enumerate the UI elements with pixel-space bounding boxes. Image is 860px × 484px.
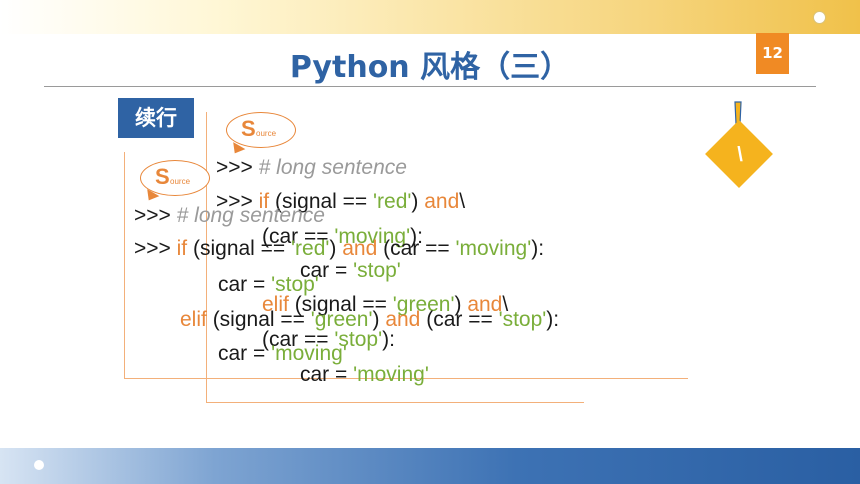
slide-title: Python 风格（三） [289, 50, 571, 85]
back-code-line-1: >>> # long sentence [216, 156, 407, 179]
source-bubble-letter: S [241, 116, 256, 141]
source-bubble-text: ource [170, 177, 191, 186]
bottom-dot-icon [34, 460, 44, 470]
top-dot-icon [813, 11, 826, 24]
front-frame-left [124, 152, 125, 378]
front-code-line-2: >>> if (signal == 'red') and (car == 'mo… [134, 237, 545, 260]
front-code-line-3: car = 'stop' [218, 273, 319, 296]
page-number: 12 [756, 33, 789, 74]
source-bubble-back: S ource [226, 112, 296, 148]
source-bubble-text: ource [256, 129, 277, 138]
front-code-line-5: car = 'moving' [218, 342, 347, 365]
title-divider [44, 86, 816, 87]
back-frame-bottom [206, 402, 584, 403]
section-badge: 续行 [118, 98, 194, 138]
tip-symbol: \ [737, 144, 743, 166]
top-banner [0, 0, 860, 34]
front-code-line-1: >>> # long sentence [134, 204, 325, 227]
source-bubble-letter: S [155, 164, 170, 189]
front-code-line-4: elif (signal == 'green') and (car == 'st… [180, 308, 560, 331]
bottom-banner [0, 448, 860, 484]
